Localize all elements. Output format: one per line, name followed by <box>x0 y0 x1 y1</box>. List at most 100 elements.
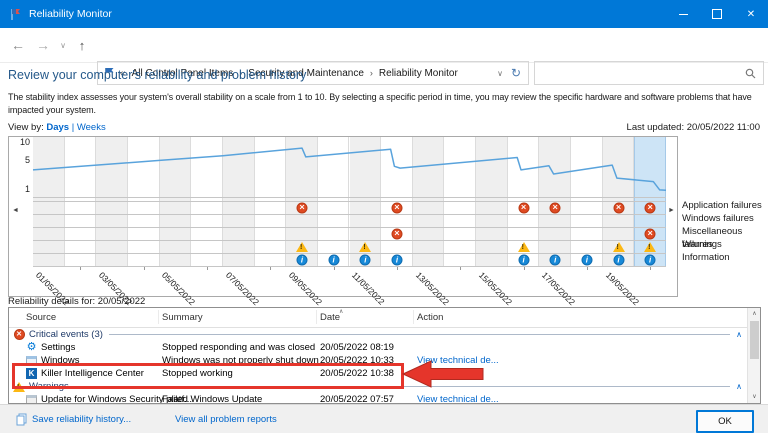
table-scrollbar[interactable]: ∧ ∨ <box>747 308 760 403</box>
breadcrumb-item-reliability-monitor[interactable]: Reliability Monitor <box>379 68 458 79</box>
table-row[interactable]: Settings Stopped responding and was close… <box>9 341 760 354</box>
stability-index-line <box>32 147 667 191</box>
info-glyph <box>296 254 308 265</box>
warning-glyph <box>359 241 372 252</box>
last-updated-label: Last updated: 20/05/2022 11:00 <box>626 122 760 133</box>
error-glyph <box>391 202 403 213</box>
chart-row-labels: Application failures Windows failures Misc… <box>682 199 768 264</box>
refresh-icon[interactable]: ↻ <box>511 66 521 80</box>
cell-summary: Stopped working <box>162 368 233 379</box>
view-by-label: View by: <box>8 122 44 133</box>
info-icon <box>328 254 340 265</box>
column-header-source[interactable]: Source <box>26 312 56 323</box>
window-controls: ✕ <box>666 0 768 28</box>
back-button[interactable]: ← <box>6 33 30 57</box>
maximize-button[interactable] <box>700 0 734 28</box>
table-row[interactable]: Windows Windows was not properly shut dow… <box>9 354 760 367</box>
info-icon <box>613 254 625 265</box>
error-glyph <box>644 202 656 213</box>
search-input[interactable] <box>535 64 745 82</box>
forward-button[interactable]: → <box>31 33 55 57</box>
navigation-bar: ← → ∨ ↑ « All Control Panel Items › Secu… <box>0 28 768 85</box>
warning-icon <box>296 241 309 252</box>
error-icon <box>518 202 530 213</box>
search-box <box>534 61 764 85</box>
recent-pages-chevron-icon[interactable]: ∨ <box>56 33 70 57</box>
column-header-date[interactable]: Date <box>320 312 340 323</box>
chart-row-label: Warnings <box>682 239 722 250</box>
info-glyph <box>391 254 403 265</box>
table-row[interactable]: Update for Windows Security platf... Fail… <box>9 393 760 404</box>
column-header-action[interactable]: Action <box>417 312 443 323</box>
sort-ascending-icon[interactable]: ∧ <box>339 308 343 315</box>
info-icon <box>391 254 403 265</box>
x-axis-tick <box>80 267 82 270</box>
view-by-weeks-link[interactable]: Weeks <box>77 122 106 133</box>
x-axis-tick <box>207 267 209 270</box>
view-by-days-link[interactable]: Days <box>46 122 69 133</box>
column-header-summary[interactable]: Summary <box>162 312 203 323</box>
table-group-row[interactable]: Critical events (3) ∧ <box>9 328 760 341</box>
error-icon <box>613 202 625 213</box>
cell-action-link[interactable]: View technical de... <box>417 393 499 403</box>
error-glyph <box>296 202 308 213</box>
x-axis-tick <box>460 267 462 270</box>
cell-date: 20/05/2022 10:38 <box>320 368 394 379</box>
chart-scroll-left-icon[interactable]: ◄ <box>12 207 19 214</box>
x-axis-tick <box>396 267 398 270</box>
scrollbar-thumb[interactable] <box>750 321 759 359</box>
maximize-icon <box>712 9 722 19</box>
details-title: Reliability details for: 20/05/2022 <box>8 296 146 307</box>
chart-scroll-right-icon[interactable]: ► <box>668 207 675 214</box>
cell-summary: Windows was not properly shut down <box>162 355 319 366</box>
error-icon <box>644 202 656 213</box>
cell-action-link[interactable]: View technical de... <box>417 354 499 367</box>
info-glyph <box>328 254 340 265</box>
info-icon <box>359 254 371 265</box>
warning-glyph <box>644 241 657 252</box>
warning-glyph <box>612 241 625 252</box>
warning-glyph <box>296 241 309 252</box>
cell-date: 20/05/2022 08:19 <box>320 342 394 353</box>
table-row[interactable]: K Killer Intelligence Center Stopped worki… <box>9 367 760 380</box>
up-button[interactable]: ↑ <box>71 33 93 57</box>
error-icon <box>549 202 561 213</box>
save-history-icon <box>16 413 27 426</box>
chart-row-label: Miscellaneous failures <box>682 226 743 250</box>
group-collapse-icon[interactable]: ∧ <box>736 380 742 393</box>
info-icon <box>581 254 593 265</box>
table-group-row[interactable]: Warnings ∧ <box>9 380 760 393</box>
save-history-link[interactable]: Save reliability history... <box>16 413 131 426</box>
windows-icon <box>26 355 37 366</box>
error-glyph <box>549 202 561 213</box>
address-dropdown-icon[interactable]: ∨ <box>497 69 503 78</box>
table-header: Source Summary Date Action ∧ <box>9 308 760 328</box>
ok-button[interactable]: OK <box>696 410 754 433</box>
error-glyph <box>518 202 530 213</box>
chart-row-label: Windows failures <box>682 213 754 224</box>
source-text: Settings <box>41 342 76 353</box>
search-icon[interactable] <box>745 68 756 79</box>
scrollbar-up-icon[interactable]: ∧ <box>748 308 760 320</box>
footer-bar: Save reliability history... View all pro… <box>0 404 768 433</box>
cell-date: 20/05/2022 10:33 <box>320 355 394 366</box>
group-rule <box>108 334 731 335</box>
warning-icon <box>517 241 530 252</box>
info-glyph <box>581 254 593 265</box>
view-all-problem-reports-link[interactable]: View all problem reports <box>175 414 277 425</box>
view-by-separator: | <box>71 122 75 133</box>
x-axis-tick <box>586 267 588 270</box>
group-rule <box>74 386 731 387</box>
error-icon <box>296 202 308 213</box>
x-axis-tick <box>270 267 272 270</box>
scrollbar-down-icon[interactable]: ∨ <box>748 391 760 403</box>
close-button[interactable]: ✕ <box>734 0 768 28</box>
info-glyph <box>518 254 530 265</box>
info-icon <box>549 254 561 265</box>
warning-icon <box>13 381 25 393</box>
minimize-button[interactable] <box>666 0 700 28</box>
critical-icon <box>13 329 25 341</box>
group-collapse-icon[interactable]: ∧ <box>736 328 742 341</box>
cell-summary: Failed Windows Update <box>162 394 263 404</box>
x-axis-tick <box>523 267 525 270</box>
